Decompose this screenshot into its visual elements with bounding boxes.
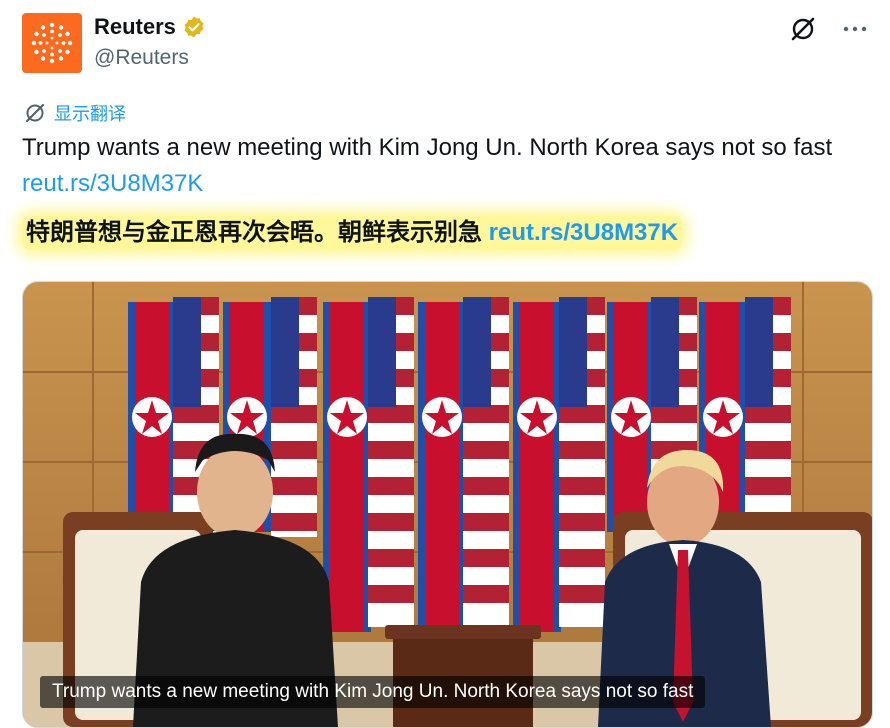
translated-body: 特朗普想与金正恩再次会晤。朝鲜表示别急	[26, 219, 482, 246]
verified-badge-icon	[182, 15, 206, 39]
account-name-row[interactable]: Reuters	[94, 14, 206, 40]
translated-link[interactable]: reut.rs/3U8M37K	[489, 219, 678, 246]
account-name[interactable]: Reuters	[94, 14, 176, 40]
photo-caption: Trump wants a new meeting with Kim Jong …	[40, 676, 706, 708]
show-translation-button[interactable]: 显示翻译	[24, 100, 126, 126]
grok-icon[interactable]	[788, 14, 818, 44]
avatar[interactable]	[22, 13, 82, 73]
tweet-actions	[788, 14, 870, 44]
tweet-body: Trump wants a new meeting with Kim Jong …	[22, 134, 833, 161]
reuters-logo-icon	[31, 22, 73, 64]
tweet-photo[interactable]	[22, 281, 873, 728]
translate-icon	[25, 103, 45, 123]
show-translation-label: 显示翻译	[54, 104, 126, 124]
tweet-link[interactable]: reut.rs/3U8M37K	[22, 170, 203, 197]
tweet-text: Trump wants a new meeting with Kim Jong …	[22, 130, 872, 202]
summit-photo	[23, 282, 872, 727]
account-handle[interactable]: @Reuters	[94, 46, 189, 70]
more-icon[interactable]	[840, 14, 870, 44]
translated-text: 特朗普想与金正恩再次会晤。朝鲜表示别急 reut.rs/3U8M37K	[22, 216, 683, 250]
